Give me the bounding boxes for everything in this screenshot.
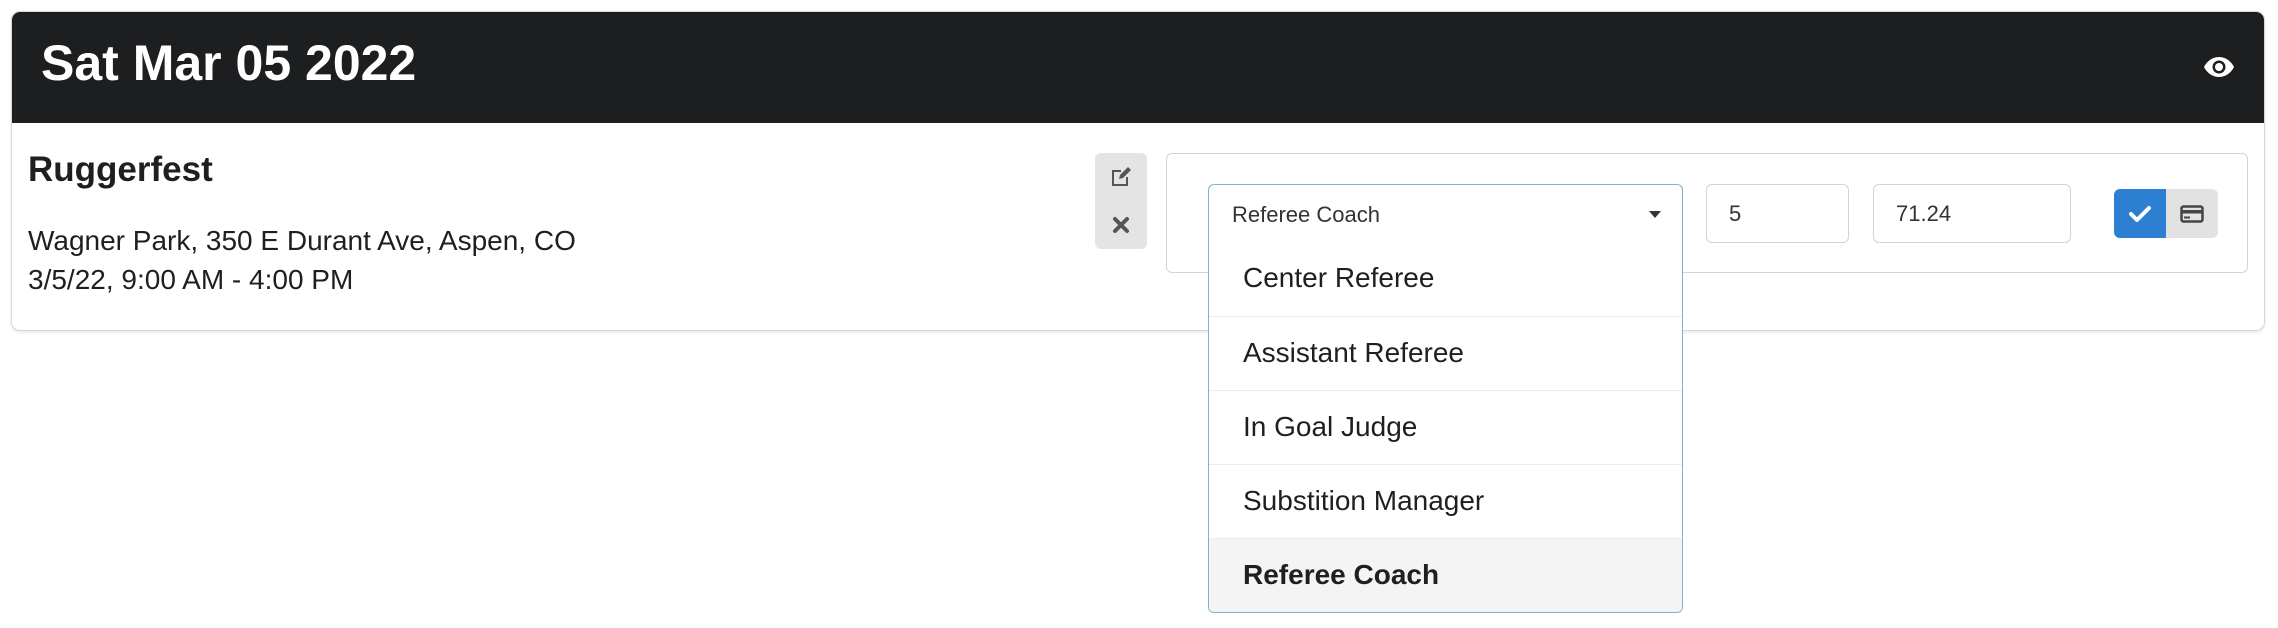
event-time: 3/5/22, 9:00 AM - 4:00 PM <box>28 264 354 295</box>
panel-header: Sat Mar 05 2022 <box>12 12 2264 123</box>
delete-button[interactable] <box>1095 201 1147 249</box>
event-title: Ruggerfest <box>28 150 213 189</box>
payment-button[interactable] <box>2166 189 2218 238</box>
confirm-button[interactable] <box>2114 189 2166 238</box>
quantity-input[interactable]: 5 <box>1706 184 1849 243</box>
role-option-substition-manager[interactable]: Substition Manager <box>1209 464 1682 538</box>
rate-input[interactable]: 71.24 <box>1873 184 2071 243</box>
role-option-assistant-referee[interactable]: Assistant Referee <box>1209 316 1682 390</box>
check-icon <box>2129 205 2151 222</box>
chevron-down-icon <box>1649 211 1661 218</box>
close-icon <box>1113 217 1129 233</box>
event-actions <box>1095 153 1147 249</box>
edit-icon <box>1112 167 1131 186</box>
eye-icon[interactable] <box>2203 56 2235 78</box>
role-option-referee-coach[interactable]: Referee Coach <box>1209 538 1682 612</box>
role-select-value: Referee Coach <box>1232 202 1380 227</box>
edit-button[interactable] <box>1095 153 1147 201</box>
credit-card-icon <box>2180 204 2204 223</box>
role-option-center-referee[interactable]: Center Referee <box>1209 242 1682 316</box>
event-location: Wagner Park, 350 E Durant Ave, Aspen, CO <box>28 225 576 256</box>
date-title: Sat Mar 05 2022 <box>41 35 417 91</box>
role-dropdown-menu: Center Referee Assistant Referee In Goal… <box>1208 242 1683 613</box>
role-select[interactable]: Referee Coach <box>1208 184 1683 242</box>
role-option-in-goal-judge[interactable]: In Goal Judge <box>1209 390 1682 464</box>
